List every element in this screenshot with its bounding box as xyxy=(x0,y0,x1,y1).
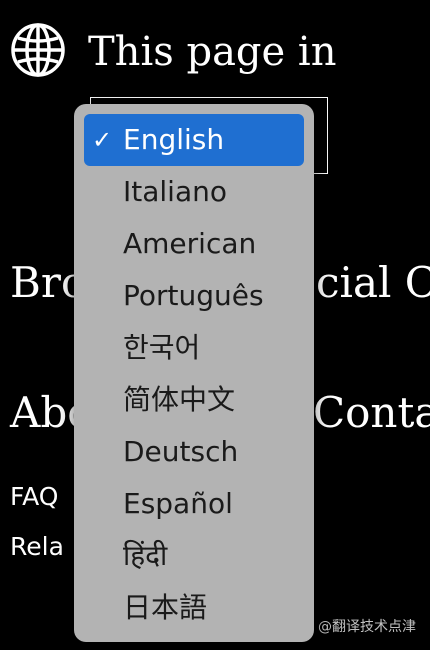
language-option-portugues[interactable]: Português xyxy=(84,270,304,322)
language-option-japanese[interactable]: 日本語 xyxy=(84,582,304,634)
header-title: This page in xyxy=(88,29,337,75)
language-option-simplified-chinese[interactable]: 简体中文 xyxy=(84,374,304,426)
language-option-label: 한국어 xyxy=(123,331,201,364)
language-option-label: English xyxy=(123,123,225,156)
bg-link-faq[interactable]: FAQ xyxy=(10,481,58,513)
language-option-label: Português xyxy=(123,279,264,312)
language-option-label: Deutsch xyxy=(123,435,239,468)
globe-icon[interactable] xyxy=(10,22,66,78)
language-option-hindi[interactable]: हिंदी xyxy=(84,530,304,582)
language-option-korean[interactable]: 한국어 xyxy=(84,322,304,374)
language-option-label: Italiano xyxy=(123,175,227,208)
page: This page in Bro cial C Abo Conta FAQ Re… xyxy=(0,0,430,650)
bg-link-related[interactable]: Rela xyxy=(10,531,64,563)
language-option-italiano[interactable]: Italiano xyxy=(84,166,304,218)
checkmark-icon: ✓ xyxy=(92,126,113,154)
language-option-label: 日本語 xyxy=(123,591,208,624)
bg-heading-1-right[interactable]: cial C xyxy=(316,258,430,308)
language-option-label: 简体中文 xyxy=(123,383,236,416)
bg-heading-2-right[interactable]: Conta xyxy=(313,388,430,438)
language-dropdown-menu: ✓ English Italiano American Português 한국… xyxy=(74,104,314,642)
language-option-label: American xyxy=(123,227,257,260)
language-option-espanol[interactable]: Español xyxy=(84,478,304,530)
language-option-english[interactable]: ✓ English xyxy=(84,114,304,166)
language-option-label: Español xyxy=(123,487,233,520)
language-option-label: हिंदी xyxy=(123,539,168,572)
language-option-american[interactable]: American xyxy=(84,218,304,270)
language-option-deutsch[interactable]: Deutsch xyxy=(84,426,304,478)
